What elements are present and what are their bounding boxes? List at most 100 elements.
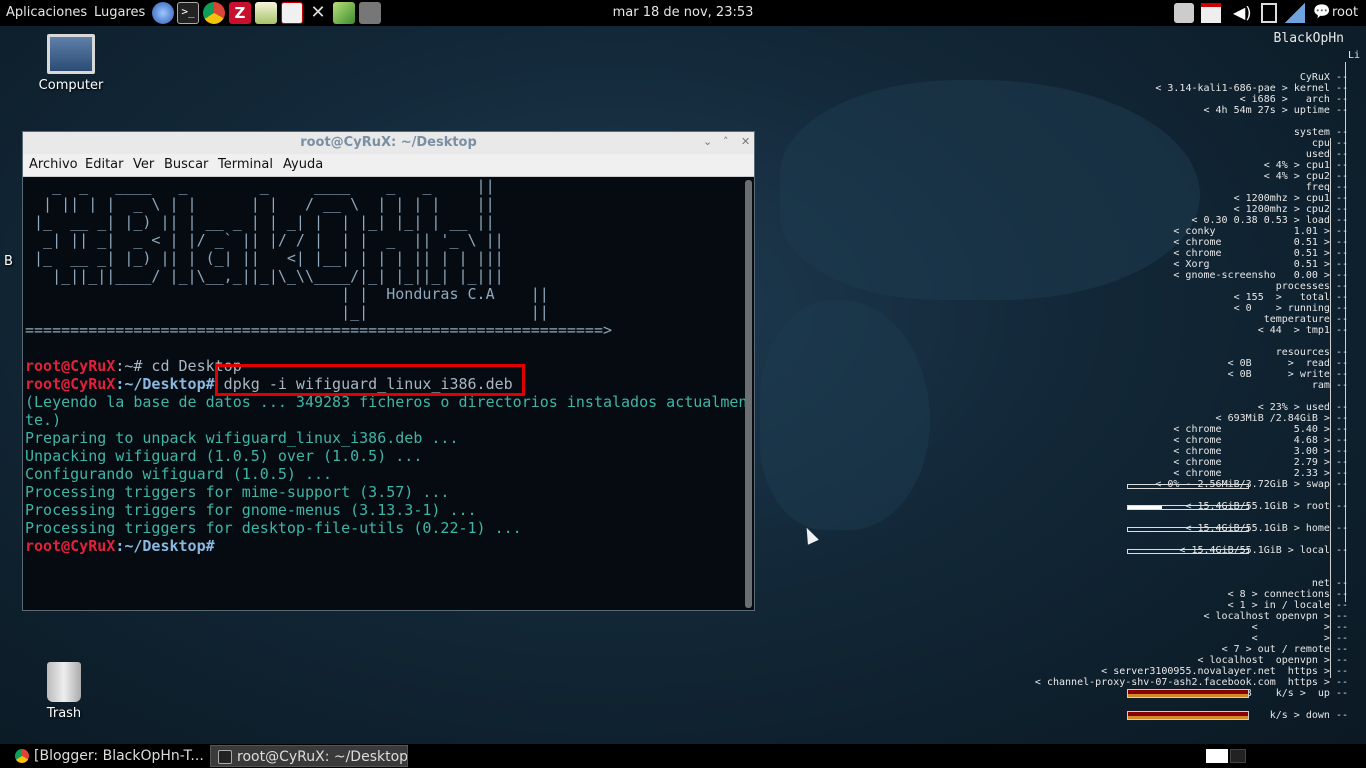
partial-desktop-icon[interactable]: B bbox=[4, 254, 24, 269]
banner-separator: ========================================… bbox=[25, 321, 612, 339]
conky-line: processes -- bbox=[1275, 281, 1348, 292]
upload-graph bbox=[1127, 689, 1249, 698]
conky-line: < 3.14-kali1-686-pae > kernel -- bbox=[1155, 83, 1348, 94]
conky-line: < 4% > cpu1 -- bbox=[1263, 160, 1348, 171]
root-bar bbox=[1127, 505, 1249, 510]
banner-line: | | Honduras C.A || bbox=[25, 285, 549, 303]
conky-line: < 23% > used -- bbox=[1257, 402, 1348, 413]
prompt-path: :~# bbox=[115, 357, 143, 375]
workspace-1[interactable] bbox=[1206, 749, 1228, 763]
volume-icon[interactable]: ◀) bbox=[1233, 3, 1253, 23]
conky-line: < chrome 2.33 > -- bbox=[1173, 468, 1348, 479]
wine-icon[interactable] bbox=[281, 2, 303, 24]
banner-line: |_ __ _| |_) || | __ _ | | _| | | |_| |_… bbox=[25, 213, 495, 231]
conky-line: < 1200mhz > cpu2 -- bbox=[1233, 204, 1348, 215]
menu-buscar[interactable]: Buscar bbox=[164, 157, 208, 172]
camera-icon[interactable] bbox=[1174, 3, 1194, 23]
iceweasel-icon[interactable] bbox=[152, 2, 174, 24]
applications-menu[interactable]: Aplicaciones bbox=[6, 5, 87, 20]
upload-graph-fill bbox=[1128, 694, 1248, 697]
bottom-panel: [Blogger: BlackOpHn-T... root@CyRuX: ~/D… bbox=[0, 744, 1366, 768]
conky-line: < Xorg 0.51 > -- bbox=[1173, 259, 1348, 270]
trash-label: Trash bbox=[46, 706, 82, 721]
map-africa bbox=[760, 300, 930, 530]
network-icon[interactable] bbox=[1285, 3, 1305, 23]
menu-editar[interactable]: Editar bbox=[85, 157, 124, 172]
trash-desktop-icon[interactable]: Trash bbox=[19, 662, 109, 721]
conky-line: < chrome 5.40 > -- bbox=[1173, 424, 1348, 435]
conky-line: < 4h 54m 27s > uptime -- bbox=[1203, 105, 1349, 116]
conky-line: < chrome 2.79 > -- bbox=[1173, 457, 1348, 468]
maximize-icon[interactable]: ˄ bbox=[723, 135, 729, 148]
banner-line: | || | | _ \ | | | | / __ \ | | | | || bbox=[25, 195, 495, 213]
chat-icon[interactable]: 💬 bbox=[1313, 3, 1330, 23]
conky-line: CyRuX -- bbox=[1299, 72, 1348, 83]
prompt-path: :~/Desktop# bbox=[115, 537, 215, 555]
conky-line: < 0.30 0.38 0.53 > load -- bbox=[1191, 215, 1348, 226]
conky-line: net -- bbox=[1311, 578, 1348, 589]
conky-header: BlackOpHn bbox=[1273, 31, 1344, 46]
output-line: Preparing to unpack wifiguard_linux_i386… bbox=[25, 429, 459, 447]
home-bar bbox=[1127, 527, 1249, 532]
conky-line: < 8 > connections -- bbox=[1227, 589, 1348, 600]
banner-line: |_ __ _| |_) || | (_| || <| |__| | | | |… bbox=[25, 249, 504, 267]
conky-line: < 4% > cpu2 -- bbox=[1263, 171, 1348, 182]
conky-line: < conky 1.01 > -- bbox=[1173, 226, 1348, 237]
battery-icon[interactable] bbox=[1261, 3, 1277, 23]
menu-ver[interactable]: Ver bbox=[133, 157, 154, 172]
menu-ayuda[interactable]: Ayuda bbox=[283, 157, 323, 172]
conky-line: < 44 > tmp1 -- bbox=[1257, 325, 1348, 336]
task-label: [Blogger: BlackOpHn-T... bbox=[34, 748, 204, 764]
terminal-icon[interactable]: >_ bbox=[177, 2, 199, 24]
task-terminal[interactable]: root@CyRuX: ~/Desktop bbox=[210, 745, 408, 767]
conky-line: used -- bbox=[1305, 149, 1348, 160]
output-line: Configurando wifiguard (1.0.5) ... bbox=[25, 465, 333, 483]
filezilla-icon[interactable]: Z bbox=[229, 2, 251, 24]
conky-line: < gnome-screensho 0.00 > -- bbox=[1173, 270, 1348, 281]
conky-line: < > -- bbox=[1251, 633, 1348, 644]
output-line: Processing triggers for mime-support (3.… bbox=[25, 483, 450, 501]
conky-line: < 693MiB /2.84GiB > -- bbox=[1215, 413, 1348, 424]
conky-line: < 1200mhz > cpu1 -- bbox=[1233, 193, 1348, 204]
terminal-window[interactable]: root@CyRuX: ~/Desktop ⌄ ˄ ✕ Archivo Edit… bbox=[22, 131, 755, 611]
conky-line: < i686 > arch -- bbox=[1239, 94, 1348, 105]
conky-line: < chrome 0.51 > -- bbox=[1173, 237, 1348, 248]
prompt-user: root@CyRuX bbox=[25, 375, 116, 393]
calendar-icon[interactable] bbox=[1201, 3, 1221, 23]
clock[interactable]: mar 18 de nov, 23:53 bbox=[613, 5, 754, 20]
computer-label: Computer bbox=[38, 78, 104, 93]
root-bar-fill bbox=[1128, 506, 1162, 509]
conky-line: < > -- bbox=[1251, 622, 1348, 633]
conky-line: < localhost openvpn > -- bbox=[1197, 655, 1348, 666]
terminal-titlebar[interactable]: root@CyRuX: ~/Desktop ⌄ ˄ ✕ bbox=[23, 132, 754, 154]
text-editor-icon[interactable] bbox=[255, 2, 277, 24]
workspace-2[interactable] bbox=[1230, 749, 1246, 763]
conky-line: freq -- bbox=[1305, 182, 1348, 193]
chrome-icon bbox=[15, 749, 29, 763]
chrome-icon[interactable] bbox=[203, 2, 225, 24]
conky-line: resources -- bbox=[1275, 347, 1348, 358]
tools-icon[interactable]: ✕ bbox=[307, 2, 329, 24]
close-icon[interactable]: ✕ bbox=[741, 135, 750, 148]
download-graph-fill bbox=[1128, 716, 1248, 719]
banner-line: |_||_||____/ |_|\__,_||_|\_\\____/|_| |_… bbox=[25, 267, 504, 285]
conky-line: < localhost openvpn > -- bbox=[1203, 611, 1349, 622]
user-menu[interactable]: root bbox=[1332, 5, 1358, 20]
task-label: root@CyRuX: ~/Desktop bbox=[237, 749, 408, 765]
output-line: Unpacking wifiguard (1.0.5) over (1.0.5)… bbox=[25, 447, 423, 465]
prompt-path: :~/Desktop# bbox=[115, 375, 215, 393]
blank-launcher-icon[interactable] bbox=[359, 2, 381, 24]
menu-archivo[interactable]: Archivo bbox=[29, 157, 78, 172]
leafpad-icon[interactable] bbox=[333, 2, 355, 24]
terminal-title: root@CyRuX: ~/Desktop bbox=[300, 135, 477, 150]
window-menu-icon[interactable]: ⌄ bbox=[703, 135, 712, 148]
computer-desktop-icon[interactable]: Computer bbox=[26, 34, 116, 93]
top-panel: Aplicaciones Lugares >_ Z ✕ mar 18 de no… bbox=[0, 0, 1366, 26]
menu-terminal[interactable]: Terminal bbox=[218, 157, 273, 172]
terminal-icon bbox=[218, 750, 232, 764]
command-highlight-box bbox=[215, 364, 525, 396]
conky-line: < 155 > total -- bbox=[1233, 292, 1348, 303]
terminal-scrollbar[interactable] bbox=[745, 180, 752, 608]
places-menu[interactable]: Lugares bbox=[94, 5, 145, 20]
task-blogger[interactable]: [Blogger: BlackOpHn-T... bbox=[8, 745, 208, 767]
